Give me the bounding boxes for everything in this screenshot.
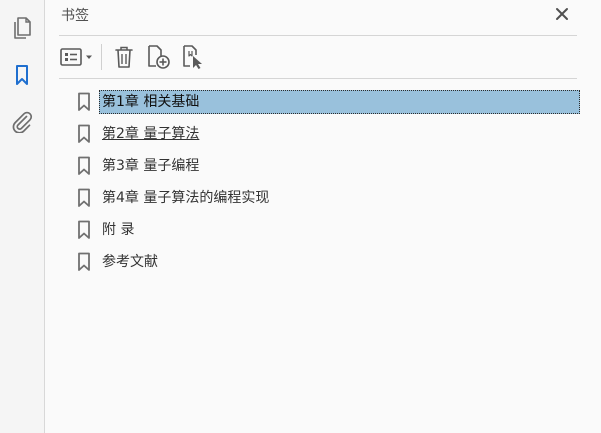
toolbar-divider	[59, 78, 577, 79]
bookmark-icon	[78, 188, 90, 207]
panel-title: 书签	[61, 8, 89, 24]
bookmark-item[interactable]: 第4章 量子算法的编程实现	[75, 184, 585, 212]
options-menu-icon	[60, 48, 92, 66]
bookmark-item[interactable]: 参考文献	[75, 248, 585, 276]
bookmark-icon	[78, 252, 90, 271]
options-menu-button[interactable]	[57, 43, 97, 71]
bookmark-label: 第2章 量子算法	[102, 126, 200, 142]
delete-bookmark-button[interactable]	[108, 43, 140, 71]
page-thumbnails-button[interactable]	[8, 14, 36, 42]
paperclip-icon	[12, 111, 33, 133]
close-icon	[556, 8, 568, 20]
close-panel-button[interactable]	[551, 4, 573, 24]
bookmarks-window: 书签 第1章 相关基础 第2章 量子算法 第3章 量子编程 第4章 量子算法的编…	[0, 0, 601, 433]
bookmark-label: 第4章 量子算法的编程实现	[102, 190, 270, 206]
toolbar-separator	[101, 44, 102, 70]
bookmark-icon	[78, 220, 90, 239]
attachments-button[interactable]	[8, 107, 36, 135]
bookmark-icon	[78, 156, 90, 175]
pages-icon	[14, 17, 31, 39]
bookmarks-toolbar	[57, 42, 210, 72]
header-divider	[59, 35, 577, 36]
bookmark-item[interactable]: 第3章 量子编程	[75, 152, 585, 180]
new-bookmark-button[interactable]	[140, 43, 176, 71]
new-bookmark-from-selection-button[interactable]	[176, 43, 210, 71]
bookmark-icon	[78, 124, 90, 143]
delete-icon	[115, 46, 133, 68]
bookmark-label: 第1章 相关基础	[99, 90, 580, 114]
bookmarks-tab-button[interactable]	[8, 61, 36, 89]
navigation-rail	[0, 0, 45, 433]
bookmark-label: 参考文献	[102, 254, 158, 270]
bookmark-item[interactable]: 第2章 量子算法	[75, 120, 585, 148]
bookmark-item[interactable]: 附 录	[75, 216, 585, 244]
new-bookmark-icon	[148, 45, 170, 69]
bookmark-label: 附 录	[102, 222, 135, 238]
bookmark-item[interactable]: 第1章 相关基础	[75, 88, 585, 116]
bookmark-icon	[16, 65, 28, 85]
bookmarks-panel: 书签 第1章 相关基础 第2章 量子算法 第3章 量子编程 第4章 量子算法的编…	[45, 0, 601, 433]
bookmark-icon	[78, 92, 90, 111]
bookmark-label: 第3章 量子编程	[102, 158, 200, 174]
new-bookmark-from-selection-icon	[183, 45, 202, 69]
